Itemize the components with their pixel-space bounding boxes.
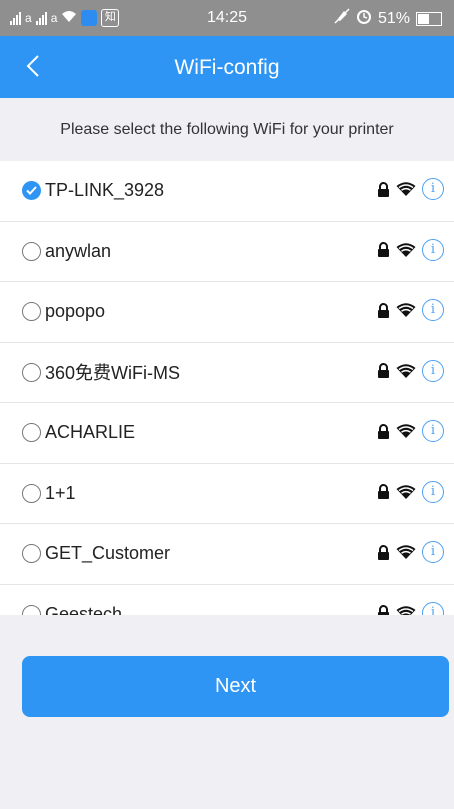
battery-percent: 51% [377, 9, 410, 27]
page-title: WiFi-config [174, 56, 280, 79]
wifi-signal-icon [396, 242, 416, 258]
wifi-signal-icon [396, 302, 416, 318]
wifi-ssid: 1+1 [45, 482, 76, 503]
lock-icon [377, 605, 390, 615]
wifi-status-icons: i [377, 238, 444, 261]
info-icon[interactable]: i [422, 601, 444, 615]
lock-icon [377, 302, 390, 318]
wifi-status-icons: i [377, 178, 444, 200]
wifi-ssid: anywlan [45, 240, 112, 261]
wifi-status-icons: i [377, 601, 444, 615]
mute-icon [334, 8, 350, 29]
alarm-icon [356, 8, 372, 29]
wifi-signal-icon [396, 484, 416, 500]
wifi-ssid: TP-LINK_3928 [45, 180, 165, 201]
wifi-list-item[interactable]: 360免费WiFi-MS i [0, 343, 454, 403]
battery-icon [416, 11, 442, 26]
info-icon[interactable]: i [422, 420, 444, 442]
status-bar: a a 知 14:25 51% [0, 0, 454, 36]
wifi-ssid: 360免费WiFi-MS [45, 363, 181, 384]
wifi-signal-icon [396, 544, 416, 560]
wifi-ssid: popopo [45, 301, 106, 322]
wifi-list-item[interactable]: anywlan i [0, 222, 454, 282]
wifi-status-icons: i [377, 541, 444, 563]
radio-unchecked-icon[interactable] [22, 423, 41, 443]
info-icon[interactable]: i [422, 238, 444, 261]
wifi-ssid: GET_Customer [45, 543, 171, 564]
wifi-list-item[interactable]: GET_Customer i [0, 524, 454, 585]
status-right: 51% [334, 8, 442, 29]
info-icon[interactable]: i [422, 299, 444, 321]
radio-unchecked-icon[interactable] [22, 483, 41, 503]
lock-icon [377, 544, 390, 560]
wifi-list-item[interactable]: 1+1 i [0, 464, 454, 524]
wifi-list-item[interactable]: Geestech i [0, 585, 454, 615]
wifi-signal-icon [396, 423, 416, 439]
lock-icon [377, 423, 390, 439]
wifi-ssid: ACHARLIE [45, 422, 136, 443]
lock-icon [377, 242, 390, 257]
wifi-signal-icon [396, 605, 416, 615]
next-button[interactable]: Next [22, 656, 449, 717]
wifi-status-icons: i [377, 480, 444, 503]
wifi-list-item[interactable]: popopo i [0, 282, 454, 343]
wifi-list-item[interactable]: ACHARLIE i [0, 403, 454, 464]
navbar: WiFi-config [0, 36, 454, 98]
instruction-text: Please select the following WiFi for you… [60, 121, 394, 138]
radio-unchecked-icon[interactable] [22, 362, 41, 382]
wifi-status-icons: i [377, 299, 444, 321]
lock-icon [377, 181, 390, 197]
wifi-list-item[interactable]: TP-LINK_3928 i [0, 161, 454, 222]
info-icon[interactable]: i [422, 541, 444, 563]
radio-checked-icon[interactable] [22, 181, 41, 201]
info-icon[interactable]: i [422, 480, 444, 503]
radio-unchecked-icon[interactable] [22, 544, 41, 564]
radio-unchecked-icon[interactable] [22, 302, 41, 322]
wifi-status-icons: i [377, 420, 444, 442]
wifi-status-icons: i [377, 359, 444, 382]
wifi-signal-icon [396, 181, 416, 197]
wifi-list[interactable]: TP-LINK_3928 i anywlan i popopo i 360免费WiFi-MS… [0, 161, 454, 615]
radio-unchecked-icon[interactable] [22, 604, 41, 615]
wifi-ssid: Geestech [45, 603, 123, 615]
wifi-signal-icon [396, 363, 416, 379]
info-icon[interactable]: i [422, 359, 444, 382]
lock-icon [377, 363, 390, 378]
radio-unchecked-icon[interactable] [22, 241, 41, 261]
info-icon[interactable]: i [422, 178, 444, 200]
lock-icon [377, 484, 390, 499]
